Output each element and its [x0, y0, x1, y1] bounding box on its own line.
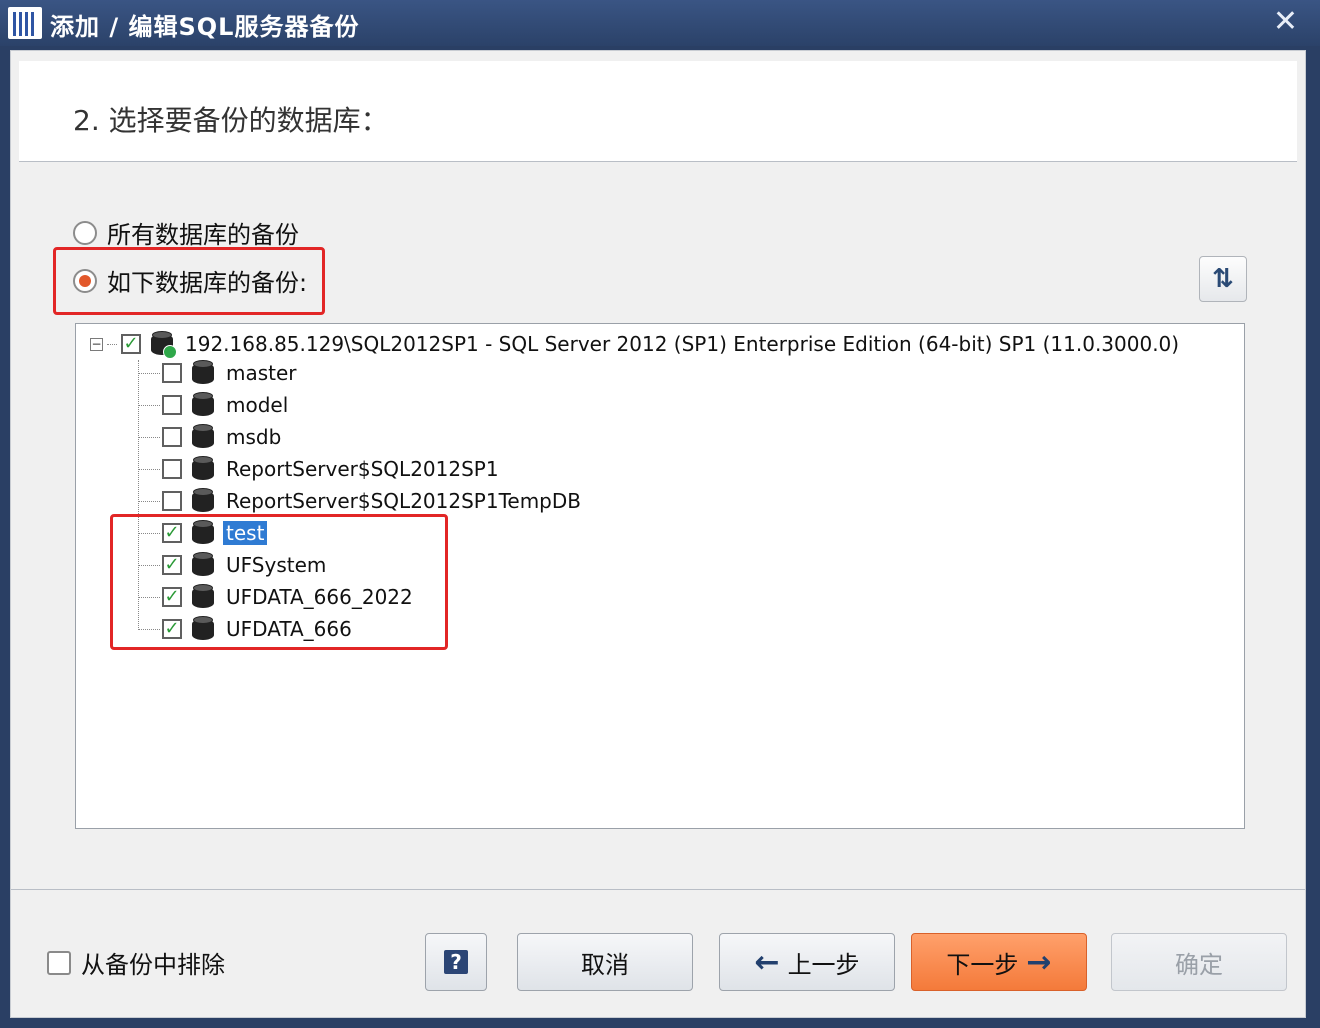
- server-database-icon: [151, 331, 177, 359]
- tree-item-label: ReportServer$SQL2012SP1: [226, 457, 499, 481]
- database-icon: [192, 424, 214, 450]
- database-icon: [192, 552, 214, 578]
- help-button[interactable]: ?: [425, 933, 487, 991]
- database-icon: [192, 616, 214, 642]
- tree-item-reportserver-tempdb[interactable]: ReportServer$SQL2012SP1TempDB: [138, 486, 581, 516]
- back-button[interactable]: ← 上一步: [719, 933, 895, 991]
- tree-item-master[interactable]: master: [138, 358, 297, 388]
- tree-item-model[interactable]: model: [138, 390, 288, 420]
- tree-item-label: UFDATA_666: [226, 617, 352, 641]
- database-icon: [192, 392, 214, 418]
- refresh-icon: ⇅: [1212, 264, 1234, 294]
- tree-item-test[interactable]: ✓ test: [138, 518, 268, 548]
- radio-button[interactable]: [73, 220, 97, 245]
- radio-selected-databases[interactable]: 如下数据库的备份:: [73, 263, 307, 298]
- checkbox-test[interactable]: ✓: [162, 523, 182, 543]
- checkbox-ufdata-666[interactable]: ✓: [162, 619, 182, 639]
- close-icon[interactable]: ✕: [1273, 4, 1298, 39]
- cancel-button[interactable]: 取消: [517, 933, 693, 991]
- tree-item-label: model: [226, 393, 289, 417]
- tree-root-label: 192.168.85.129\SQL2012SP1 - SQL Server 2…: [185, 332, 1180, 356]
- tree-item-label: ReportServer$SQL2012SP1TempDB: [226, 489, 581, 513]
- tree-root-server[interactable]: − ✓ 192.168.85.129\SQL2012SP1 - SQL Serv…: [90, 330, 1180, 359]
- database-tree[interactable]: − ✓ 192.168.85.129\SQL2012SP1 - SQL Serv…: [75, 323, 1245, 829]
- refresh-button[interactable]: ⇅: [1199, 256, 1247, 302]
- next-button[interactable]: 下一步 →: [911, 933, 1087, 991]
- window-title: 添加 / 编辑SQL服务器备份: [50, 13, 360, 41]
- back-button-label: 上一步: [787, 950, 860, 979]
- tree-item-label: master: [226, 361, 297, 385]
- checkbox-server[interactable]: ✓: [121, 334, 141, 354]
- radio-all-databases[interactable]: 所有数据库的备份: [73, 215, 299, 250]
- tree-item-ufsystem[interactable]: ✓ UFSystem: [138, 550, 326, 580]
- checkbox-msdb[interactable]: [162, 427, 182, 447]
- radio-selected-databases-label: 如下数据库的备份:: [107, 269, 308, 297]
- tree-item-label: UFSystem: [226, 553, 327, 577]
- help-icon: ?: [444, 950, 468, 974]
- tree-item-label: UFDATA_666_2022: [226, 585, 413, 609]
- dialog-body: 2. 选择要备份的数据库： 所有数据库的备份 如下数据库的备份: ⇅ − ✓ 1…: [10, 50, 1306, 1018]
- tree-item-msdb[interactable]: msdb: [138, 422, 281, 452]
- step-title: 2. 选择要备份的数据库：: [73, 104, 389, 137]
- tree-item-ufdata-666-2022[interactable]: ✓ UFDATA_666_2022: [138, 582, 413, 612]
- exclude-from-backup[interactable]: 从备份中排除: [47, 945, 225, 980]
- checkbox-master[interactable]: [162, 363, 182, 383]
- arrow-left-icon: ←: [754, 944, 780, 980]
- database-icon: [192, 520, 214, 546]
- checkbox-model[interactable]: [162, 395, 182, 415]
- cancel-button-label: 取消: [581, 950, 629, 979]
- footer-divider: [11, 889, 1305, 890]
- tree-item-ufdata-666[interactable]: ✓ UFDATA_666: [138, 614, 352, 644]
- app-logo-icon: [8, 7, 42, 39]
- collapse-icon[interactable]: −: [90, 337, 103, 351]
- tree-item-label: test: [223, 521, 268, 545]
- checkbox-reportserver[interactable]: [162, 459, 182, 479]
- next-button-label: 下一步: [946, 950, 1019, 979]
- tree-item-reportserver[interactable]: ReportServer$SQL2012SP1: [138, 454, 499, 484]
- checkbox-reportserver-tempdb[interactable]: [162, 491, 182, 511]
- database-icon: [192, 584, 214, 610]
- radio-button-selected[interactable]: [73, 268, 97, 293]
- arrow-right-icon: →: [1026, 944, 1052, 980]
- exclude-label: 从备份中排除: [81, 951, 225, 979]
- ok-button-label: 确定: [1175, 950, 1223, 979]
- database-icon: [192, 360, 214, 386]
- checkbox-ufsystem[interactable]: ✓: [162, 555, 182, 575]
- checkbox-exclude[interactable]: [47, 950, 71, 975]
- database-icon: [192, 456, 214, 482]
- title-bar: 添加 / 编辑SQL服务器备份 ✕: [0, 0, 1320, 46]
- radio-all-databases-label: 所有数据库的备份: [107, 221, 299, 249]
- database-icon: [192, 488, 214, 514]
- checkbox-ufdata-666-2022[interactable]: ✓: [162, 587, 182, 607]
- step-header: 2. 选择要备份的数据库：: [19, 61, 1297, 162]
- tree-item-label: msdb: [226, 425, 282, 449]
- ok-button[interactable]: 确定: [1111, 933, 1287, 991]
